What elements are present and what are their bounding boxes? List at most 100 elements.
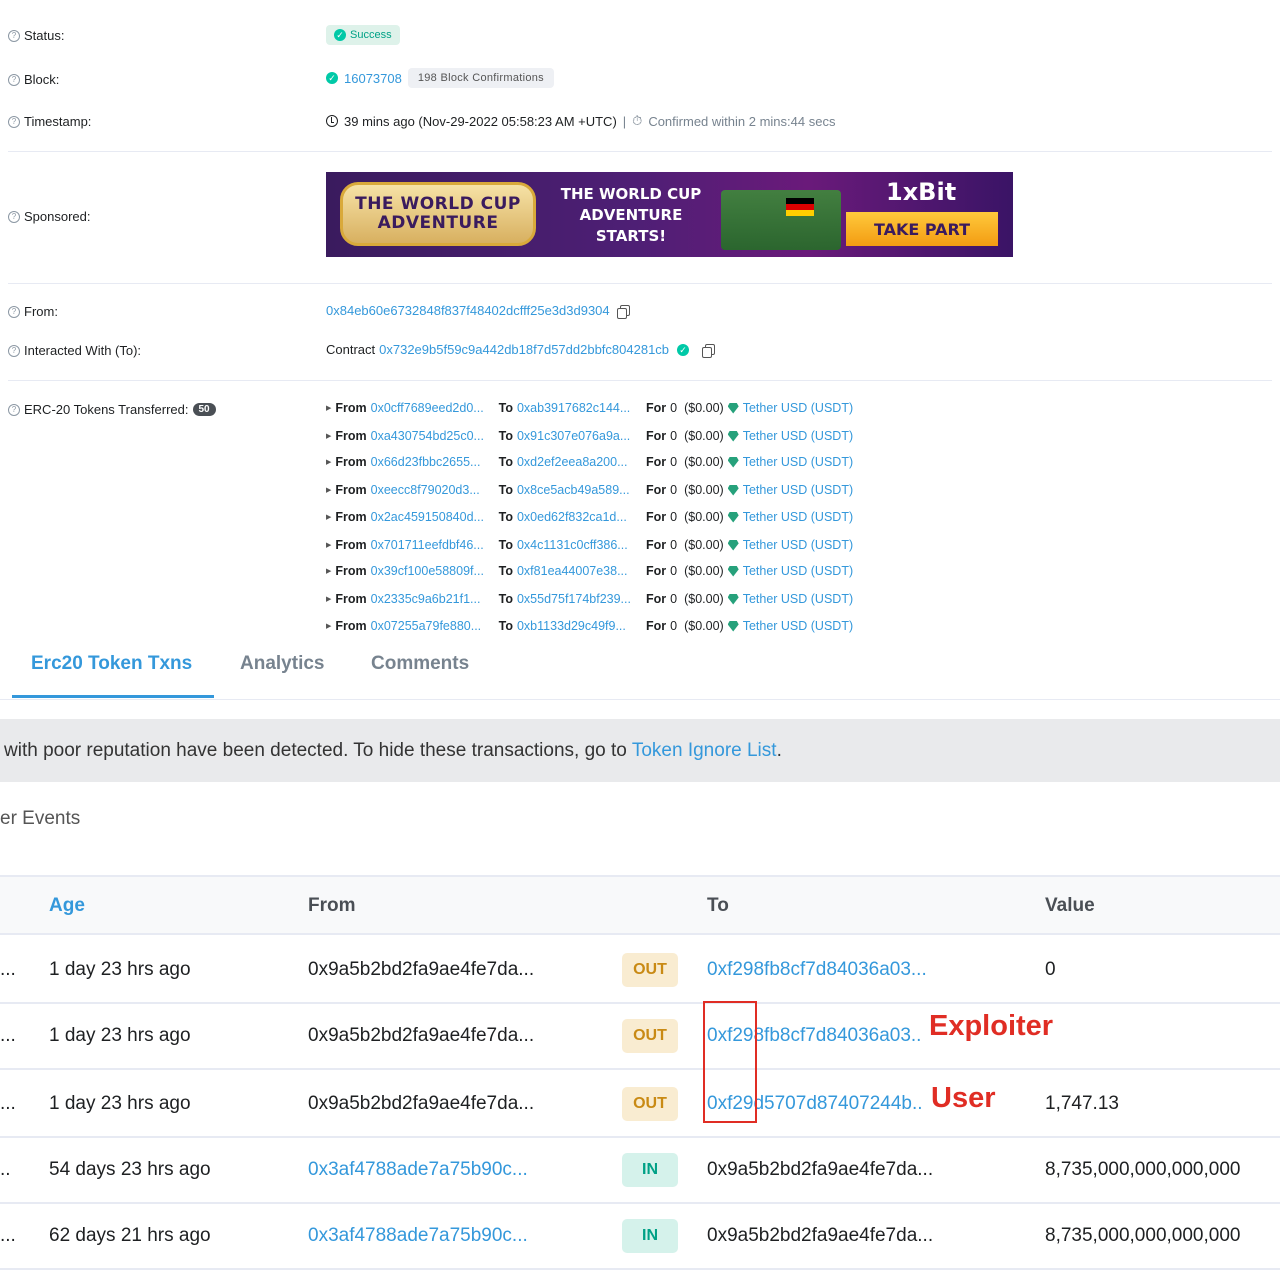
token-transfer-row: ▶ From 0x2335c9a6b21f1... To 0x55d75f174bf23… (326, 592, 854, 606)
token-link[interactable]: Tether USD (USDT) (743, 429, 853, 443)
help-icon[interactable]: ? (8, 305, 20, 318)
interacted-value: Contract 0x732e9b5f59c9a442db18f7d57dd2b… (326, 342, 716, 358)
transfer-to-link[interactable]: 0x55d75f174bf239... (517, 592, 646, 606)
tab-comments[interactable]: Comments (371, 653, 469, 675)
transfer-from-link[interactable]: 0x66d23fbbc2655... (371, 455, 499, 469)
transfer-from-link[interactable]: 0x39cf100e58809f... (371, 564, 499, 578)
erc20-label: ? ERC-20 Tokens Transferred: 50 (8, 402, 216, 417)
tab-analytics[interactable]: Analytics (240, 653, 324, 675)
transfer-to-link[interactable]: 0x8ce5acb49a589... (517, 483, 646, 497)
divider (8, 151, 1272, 152)
token-transfer-row: ▶ From 0x66d23fbbc2655... To 0xd2ef2eea8a200… (326, 455, 854, 469)
token-link[interactable]: Tether USD (USDT) (743, 538, 853, 552)
token-link[interactable]: Tether USD (USDT) (743, 483, 853, 497)
expand-arrow-icon[interactable]: ▶ (326, 486, 331, 494)
from-address-link[interactable]: 0x84eb60e6732848f837f48402dcfff25e3d3d93… (326, 303, 610, 318)
block-number-link[interactable]: 16073708 (344, 71, 402, 86)
help-icon[interactable]: ? (8, 344, 20, 357)
direction-badge: OUT (622, 952, 678, 987)
to-address-cell: 0x9a5b2bd2fa9ae4fe7da... (707, 1158, 934, 1180)
token-link[interactable]: Tether USD (USDT) (743, 510, 853, 524)
transfer-from-link[interactable]: 0x07255a79fe880... (371, 619, 499, 633)
to-address-cell[interactable]: 0xf298fb8cf7d84036a03... (707, 959, 927, 981)
token-transfer-row: ▶ From 0x39cf100e58809f... To 0xf81ea44007e3… (326, 564, 854, 578)
transfer-to-link[interactable]: 0x0ed62f832ca1d... (517, 510, 646, 524)
transfer-to-link[interactable]: 0x4c1131c0cff386... (517, 538, 646, 552)
tether-icon (727, 565, 739, 577)
help-icon[interactable]: ? (8, 73, 20, 86)
tether-icon (727, 620, 739, 632)
column-header-age[interactable]: Age (49, 895, 85, 917)
sponsored-banner-ad[interactable]: THE WORLD CUP ADVENTURE THE WORLD CUP AD… (326, 172, 1013, 257)
age-cell: 1 day 23 hrs ago (49, 1024, 191, 1046)
help-icon[interactable]: ? (8, 403, 20, 416)
from-address-cell[interactable]: 0x3af4788ade7a75b90c... (308, 1159, 528, 1181)
age-cell: 1 day 23 hrs ago (49, 1092, 191, 1114)
expand-arrow-icon[interactable]: ▶ (326, 432, 331, 440)
copy-icon[interactable] (702, 344, 716, 358)
truncated-cell: .. (0, 1158, 11, 1180)
token-transfer-row: ▶ From 0xeecc8f79020d3... To 0x8ce5acb49a589… (326, 483, 854, 497)
transfer-from-link[interactable]: 0x701711eefdbf46... (371, 538, 499, 552)
take-part-button[interactable]: TAKE PART (846, 212, 998, 246)
expand-arrow-icon[interactable]: ▶ (326, 458, 331, 466)
help-icon[interactable]: ? (8, 115, 20, 128)
banner-headline: THE WORLD CUP ADVENTURE STARTS! (560, 185, 702, 245)
tab-erc20-token-txns[interactable]: Erc20 Token Txns (31, 653, 192, 675)
from-address-cell[interactable]: 0x3af4788ade7a75b90c... (308, 1225, 528, 1247)
token-link[interactable]: Tether USD (USDT) (743, 564, 853, 578)
check-icon: ✓ (334, 29, 346, 41)
stopwatch-icon: ⏱ (632, 113, 643, 128)
copy-icon[interactable] (616, 305, 630, 319)
token-link[interactable]: Tether USD (USDT) (743, 592, 853, 606)
transfer-usd: ($0.00) (684, 592, 724, 606)
expand-arrow-icon[interactable]: ▶ (326, 567, 331, 575)
from-label: ? From: (8, 304, 58, 319)
value-cell: 0 (1045, 958, 1056, 980)
transfer-count-badge: 50 (192, 403, 216, 416)
column-header-to: To (707, 895, 729, 916)
token-ignore-list-link[interactable]: Token Ignore List (632, 740, 777, 762)
expand-arrow-icon[interactable]: ▶ (326, 595, 331, 603)
contract-address-link[interactable]: 0x732e9b5f59c9a442db18f7d57dd2bbfc804281… (379, 342, 669, 357)
direction-badge: OUT (622, 1018, 678, 1053)
direction-badge: IN (622, 1218, 678, 1253)
token-link[interactable]: Tether USD (USDT) (743, 619, 853, 633)
expand-arrow-icon[interactable]: ▶ (326, 404, 331, 412)
transfer-usd: ($0.00) (684, 429, 724, 443)
transfer-amount: 0 (670, 619, 678, 633)
expand-arrow-icon[interactable]: ▶ (326, 541, 331, 549)
help-icon[interactable]: ? (8, 210, 20, 223)
transfer-amount: 0 (670, 429, 678, 443)
truncated-cell: ... (0, 1092, 16, 1114)
block-confirmations-badge: 198 Block Confirmations (407, 68, 554, 88)
transfer-to-link[interactable]: 0xab3917682c144... (517, 401, 646, 415)
transfer-from-link[interactable]: 0xa430754bd25c0... (371, 429, 499, 443)
reputation-warning-banner: with poor reputation have been detected.… (0, 719, 1280, 782)
user-annotation: User (931, 1082, 996, 1114)
transfer-amount: 0 (670, 592, 678, 606)
germany-flag-icon (786, 198, 814, 216)
transfer-from-link[interactable]: 0xeecc8f79020d3... (371, 483, 499, 497)
confirmed-within-text: Confirmed within 2 mins:44 secs (648, 113, 836, 129)
token-transfer-row: ▶ From 0x07255a79fe880... To 0xb1133d29c49f9… (326, 619, 854, 633)
transfer-from-link[interactable]: 0x2335c9a6b21f1... (371, 592, 499, 606)
table-row: ... 1 day 23 hrs ago 0x9a5b2bd2fa9ae4fe7da… (0, 1071, 1280, 1138)
tether-icon (727, 539, 739, 551)
transfer-amount: 0 (670, 483, 678, 497)
brand-logo: 1xBit (886, 178, 957, 206)
age-cell: 54 days 23 hrs ago (49, 1158, 211, 1180)
token-link[interactable]: Tether USD (USDT) (743, 401, 853, 415)
transfer-to-link[interactable]: 0x91c307e076a9a... (517, 429, 646, 443)
expand-arrow-icon[interactable]: ▶ (326, 622, 331, 630)
transfer-from-link[interactable]: 0x2ac459150840d... (371, 510, 499, 524)
transfer-to-link[interactable]: 0xb1133d29c49f9... (517, 619, 646, 633)
transfer-from-link[interactable]: 0x0cff7689eed2d0... (371, 401, 499, 415)
transfer-to-link[interactable]: 0xf81ea44007e38... (517, 564, 646, 578)
token-link[interactable]: Tether USD (USDT) (743, 455, 853, 469)
transfer-to-link[interactable]: 0xd2ef2eea8a200... (517, 455, 646, 469)
help-icon[interactable]: ? (8, 29, 20, 42)
expand-arrow-icon[interactable]: ▶ (326, 513, 331, 521)
truncated-cell: ... (0, 1224, 16, 1246)
transfer-amount: 0 (670, 564, 678, 578)
